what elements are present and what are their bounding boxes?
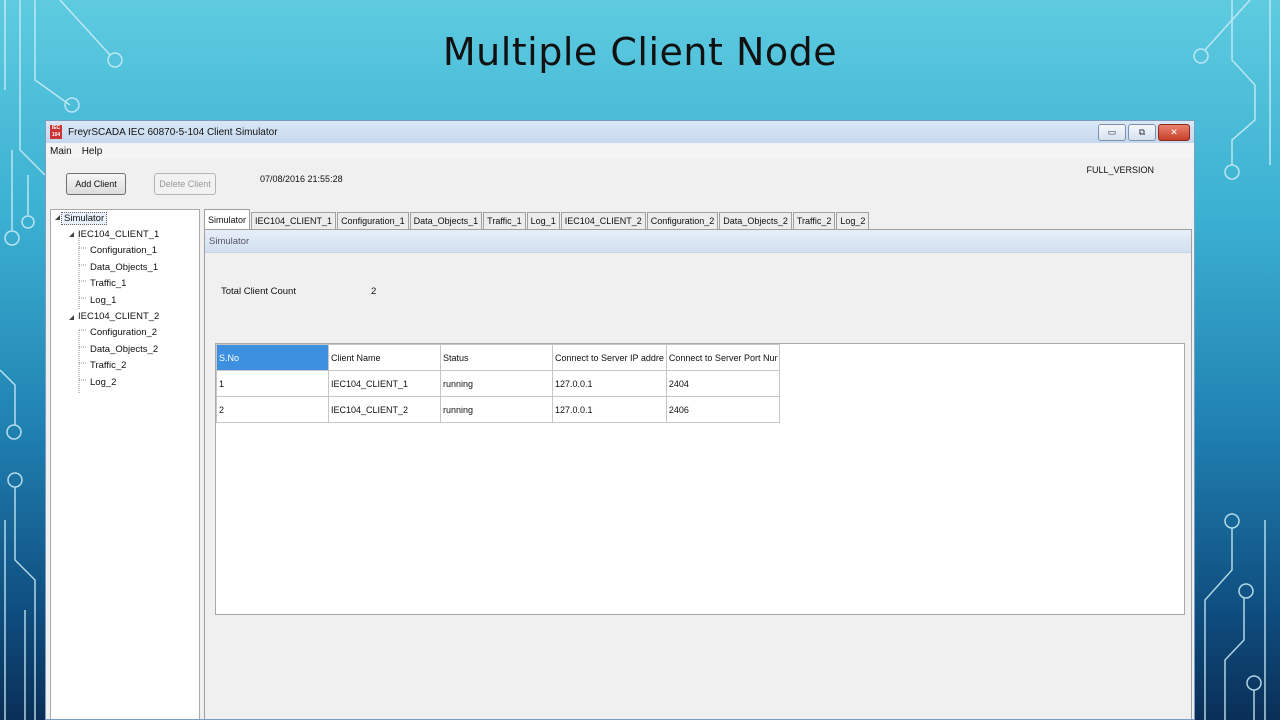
add-client-button[interactable]: Add Client: [66, 173, 126, 195]
column-header-server-port[interactable]: Connect to Server Port Nur: [665, 344, 781, 371]
tree-node-traffic-2[interactable]: Traffic_2: [90, 360, 126, 371]
version-label: FULL_VERSION: [1086, 165, 1154, 175]
tab-log-2[interactable]: Log_2: [836, 212, 870, 229]
toolbar: Add Client Delete Client 07/08/2016 21:5…: [46, 159, 1194, 207]
tab-simulator[interactable]: Simulator: [204, 209, 251, 229]
total-client-count-value: 2: [371, 286, 377, 297]
tree-node-client-2[interactable]: IEC104_CLIENT_2: [78, 311, 159, 322]
cell-server-ip[interactable]: 127.0.0.1: [552, 370, 667, 397]
column-header-sno[interactable]: S.No: [216, 344, 329, 371]
tree-node-log-2[interactable]: Log_2: [90, 377, 116, 388]
tab-log-1[interactable]: Log_1: [526, 212, 560, 229]
tab-configuration-2[interactable]: Configuration_2: [646, 212, 719, 229]
table-row[interactable]: 1 IEC104_CLIENT_1 running 127.0.0.1 2404: [216, 370, 781, 397]
cell-status[interactable]: running: [440, 396, 553, 423]
tree-node-data-objects-1[interactable]: Data_Objects_1: [90, 262, 158, 273]
total-client-count-label: Total Client Count: [221, 286, 296, 297]
window-title: FreyrSCADA IEC 60870-5-104 Client Simula…: [68, 126, 278, 138]
tree-node-configuration-2[interactable]: Configuration_2: [90, 327, 157, 338]
table-row[interactable]: 2 IEC104_CLIENT_2 running 127.0.0.1 2406: [216, 396, 781, 423]
tab-iec104-client-1[interactable]: IEC104_CLIENT_1: [251, 212, 337, 229]
cell-sno[interactable]: 1: [216, 370, 329, 397]
cell-status[interactable]: running: [440, 370, 553, 397]
cell-client-name[interactable]: IEC104_CLIENT_2: [328, 396, 441, 423]
tab-iec104-client-2[interactable]: IEC104_CLIENT_2: [560, 212, 646, 229]
minimize-button[interactable]: ▭: [1098, 124, 1126, 141]
tree-connector-lines: [55, 215, 87, 393]
close-button[interactable]: ✕: [1158, 124, 1190, 141]
cell-server-port[interactable]: 2406: [665, 396, 781, 423]
panel-header: Simulator: [205, 230, 1191, 253]
tab-configuration-1[interactable]: Configuration_1: [337, 212, 409, 229]
column-header-client-name[interactable]: Client Name: [328, 344, 441, 371]
menu-main[interactable]: Main: [50, 146, 72, 157]
menu-help[interactable]: Help: [82, 146, 103, 157]
simulator-window: IEC 104 FreyrSCADA IEC 60870-5-104 Clien…: [45, 120, 1195, 720]
tree-view: Simulator IEC104_CLIENT_1 Configuration_…: [50, 209, 200, 719]
delete-client-button[interactable]: Delete Client: [154, 173, 216, 195]
simulator-panel: Simulator Total Client Count 2 S.No Clie…: [204, 229, 1192, 719]
tree-node-data-objects-2[interactable]: Data_Objects_2: [90, 344, 158, 355]
table-header-row: S.No Client Name Status Connect to Serve…: [216, 344, 781, 371]
restore-button[interactable]: ⧉: [1128, 124, 1156, 141]
column-header-status[interactable]: Status: [440, 344, 553, 371]
cell-sno[interactable]: 2: [216, 396, 329, 423]
tab-data-objects-2[interactable]: Data_Objects_2: [719, 212, 792, 229]
tree-node-client-1[interactable]: IEC104_CLIENT_1: [78, 229, 159, 240]
slide-title: Multiple Client Node: [442, 30, 838, 74]
tab-traffic-2[interactable]: Traffic_2: [792, 212, 836, 229]
tree-node-configuration-1[interactable]: Configuration_1: [90, 245, 157, 256]
cell-client-name[interactable]: IEC104_CLIENT_1: [328, 370, 441, 397]
cell-server-ip[interactable]: 127.0.0.1: [552, 396, 667, 423]
tree-node-simulator[interactable]: Simulator: [61, 212, 108, 225]
tab-bar: Simulator IEC104_CLIENT_1 Configuration_…: [204, 209, 870, 229]
cell-server-port[interactable]: 2404: [665, 370, 781, 397]
client-table[interactable]: S.No Client Name Status Connect to Serve…: [215, 343, 1185, 615]
tab-traffic-1[interactable]: Traffic_1: [483, 212, 526, 229]
tab-data-objects-1[interactable]: Data_Objects_1: [409, 212, 483, 229]
menu-bar: Main Help: [46, 143, 1194, 159]
title-bar[interactable]: IEC 104 FreyrSCADA IEC 60870-5-104 Clien…: [46, 121, 1194, 143]
tree-node-traffic-1[interactable]: Traffic_1: [90, 278, 126, 289]
app-icon: IEC 104: [50, 125, 62, 139]
datetime-label: 07/08/2016 21:55:28: [260, 174, 343, 184]
tree-node-log-1[interactable]: Log_1: [90, 295, 116, 306]
column-header-server-ip[interactable]: Connect to Server IP addre: [552, 344, 667, 371]
